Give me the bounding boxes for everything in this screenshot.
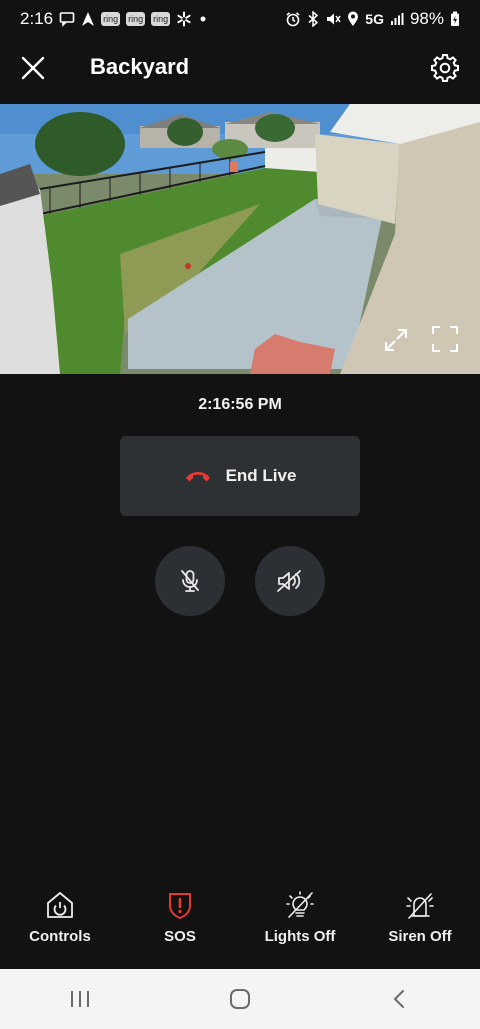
dot-icon: [200, 16, 206, 22]
siren-off-label: Siren Off: [388, 928, 452, 945]
speaker-toggle-button[interactable]: [255, 546, 325, 616]
bluetooth-icon: [308, 11, 319, 27]
status-bar: 2:16 ring ring ring 5G 98%: [0, 0, 480, 38]
walmart-icon: [177, 11, 191, 27]
system-nav-bar: [0, 969, 480, 1029]
shield-alert-icon: [169, 893, 191, 920]
live-timestamp: 2:16:56 PM: [198, 396, 282, 413]
mute-icon: [327, 13, 341, 25]
siren-off-button[interactable]: Siren Off: [360, 890, 480, 970]
message-icon: [59, 12, 75, 27]
live-video-feed[interactable]: [0, 104, 480, 374]
status-left: 2:16 ring ring ring: [20, 9, 208, 29]
page-title: Backyard: [90, 54, 190, 79]
speaker-muted-icon: [277, 570, 301, 592]
navigation-icon: [82, 12, 95, 26]
close-icon[interactable]: [20, 55, 46, 81]
ring-icon: ring: [151, 12, 171, 26]
end-live-label: End Live: [225, 466, 297, 485]
app-header: Backyard: [0, 40, 480, 96]
sos-button[interactable]: SOS: [120, 890, 240, 970]
controls-label: Controls: [29, 928, 91, 945]
status-right: 5G 98%: [285, 9, 460, 29]
lights-off-button[interactable]: Lights Off: [240, 890, 360, 970]
light-off-icon: [286, 891, 314, 918]
end-live-button[interactable]: End Live: [120, 436, 360, 516]
siren-off-icon: [406, 893, 434, 919]
gear-icon[interactable]: [430, 53, 460, 83]
home-icon[interactable]: [228, 987, 252, 1011]
battery-percent: 98%: [409, 9, 444, 28]
ring-icon: ring: [101, 12, 121, 26]
lights-off-label: Lights Off: [264, 928, 336, 945]
sos-label: SOS: [164, 928, 196, 945]
fullscreen-icon[interactable]: [430, 324, 460, 354]
expand-icon[interactable]: [381, 325, 411, 355]
network-label: 5G: [365, 11, 384, 27]
back-icon[interactable]: [388, 987, 412, 1011]
location-icon: [348, 11, 359, 26]
signal-icon: [390, 13, 404, 25]
alarm-icon: [286, 12, 300, 27]
controls-button[interactable]: Controls: [0, 890, 120, 970]
battery-icon: [451, 11, 459, 26]
bottom-action-bar: Controls SOS Lights Off Siren Off: [0, 890, 480, 970]
phone-hangup-icon: [185, 472, 210, 482]
mic-toggle-button[interactable]: [155, 546, 225, 616]
status-time: 2:16: [20, 9, 54, 28]
recents-icon[interactable]: [68, 988, 92, 1010]
mic-muted-icon: [181, 570, 199, 592]
home-power-icon: [47, 892, 73, 918]
ring-icon: ring: [126, 12, 146, 26]
